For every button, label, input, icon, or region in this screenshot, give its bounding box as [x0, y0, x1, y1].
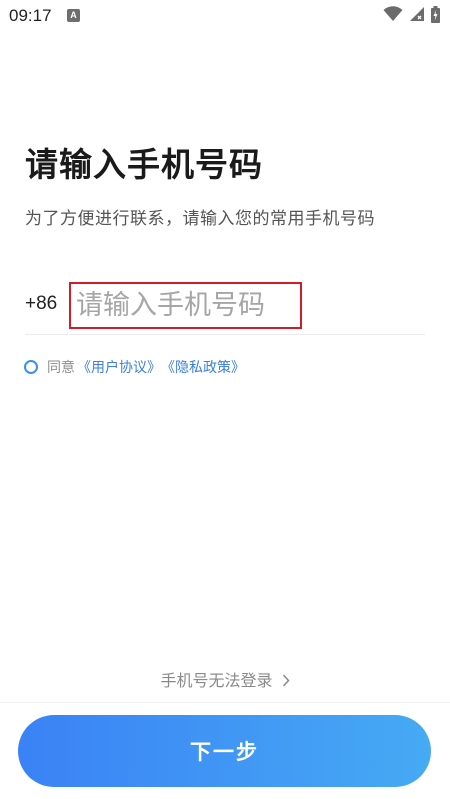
cannot-login-label: 手机号无法登录	[160, 671, 273, 690]
status-time: 09:17	[9, 6, 52, 25]
phone-input-row: +86	[25, 282, 425, 335]
page-subtitle: 为了方便进行联系，请输入您的常用手机号码	[25, 209, 375, 229]
a-letter-icon: A	[67, 9, 80, 22]
battery-charging-icon	[431, 5, 440, 27]
wifi-icon	[383, 6, 403, 26]
status-icons	[383, 5, 440, 27]
agreement-row: 同意 《用户协议》 《隐私政策》	[24, 357, 245, 377]
privacy-policy-link[interactable]: 《隐私政策》	[161, 357, 245, 377]
divider	[0, 702, 450, 703]
phone-number-input[interactable]	[69, 282, 302, 329]
page-title: 请输入手机号码	[25, 145, 263, 184]
agreement-checkbox[interactable]	[24, 360, 38, 374]
status-bar: 09:17 A	[0, 0, 450, 32]
cannot-login-link[interactable]: 手机号无法登录	[0, 667, 450, 691]
chevron-right-icon	[282, 672, 290, 691]
next-button[interactable]: 下一步	[18, 715, 431, 787]
country-code[interactable]: +86	[25, 293, 57, 315]
cellular-signal-icon	[409, 6, 425, 26]
agreement-prefix: 同意	[47, 360, 75, 376]
user-agreement-link[interactable]: 《用户协议》	[77, 357, 161, 377]
